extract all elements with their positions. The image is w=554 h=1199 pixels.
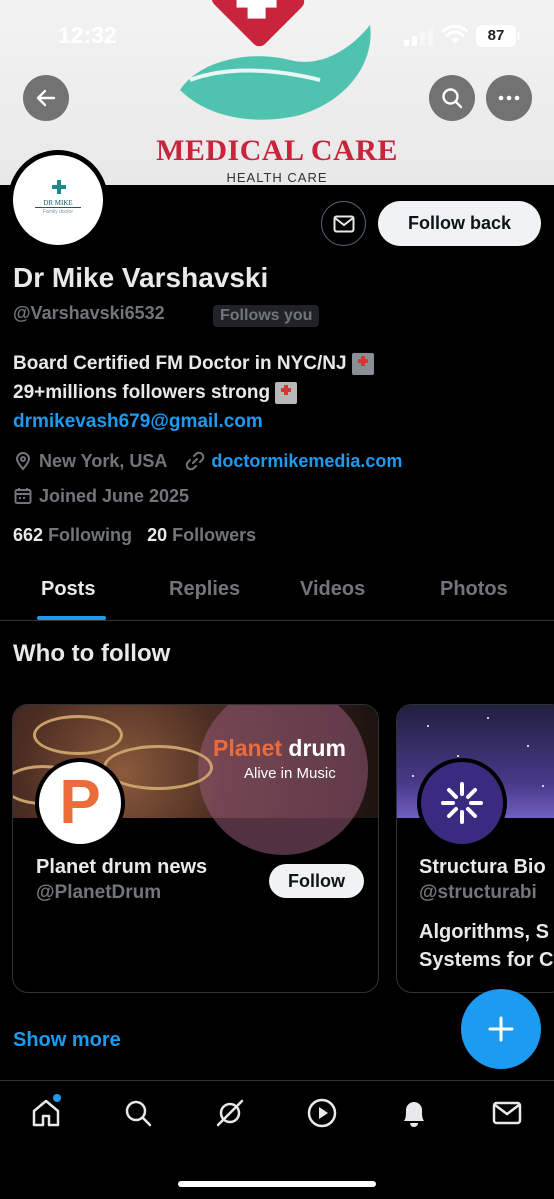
envelope-icon bbox=[492, 1101, 522, 1125]
search-icon bbox=[125, 1100, 152, 1127]
search-button[interactable] bbox=[429, 75, 475, 121]
card-name: Structura Bio bbox=[419, 856, 546, 878]
profile-meta: New York, USA doctormikemedia.com bbox=[13, 450, 402, 472]
tab-posts[interactable]: Posts bbox=[41, 578, 95, 601]
followers-label: Followers bbox=[172, 525, 257, 545]
video-play-icon bbox=[307, 1098, 337, 1128]
search-icon bbox=[442, 88, 463, 109]
back-arrow-icon bbox=[36, 89, 56, 107]
wifi-icon bbox=[442, 24, 468, 44]
card-avatar[interactable] bbox=[417, 758, 507, 848]
home-indicator bbox=[178, 1181, 376, 1187]
hand-logo bbox=[180, 25, 371, 120]
link-icon bbox=[185, 451, 205, 471]
card-banner-tagline: Alive in Music bbox=[244, 765, 336, 782]
home-notification-dot bbox=[53, 1094, 61, 1102]
nav-video[interactable] bbox=[305, 1096, 339, 1130]
nav-messages[interactable] bbox=[490, 1096, 524, 1130]
follow-back-button[interactable]: Follow back bbox=[378, 201, 541, 246]
battery-indicator: 87 bbox=[476, 25, 520, 47]
grok-icon bbox=[216, 1099, 244, 1127]
envelope-icon bbox=[333, 215, 354, 232]
suggestion-card-structura[interactable]: Structura Bio @structurabi Algorithms, S… bbox=[396, 704, 554, 993]
avatar-brand: DR MIKE bbox=[43, 199, 73, 207]
bio-line-1: Board Certified FM Doctor in NYC/NJ bbox=[13, 353, 347, 374]
show-more-link[interactable]: Show more bbox=[13, 1029, 121, 1052]
profile-joined: Joined June 2025 bbox=[39, 485, 190, 506]
message-button[interactable] bbox=[321, 201, 366, 246]
avatar-brand-sub: Family doctor bbox=[42, 209, 73, 215]
tab-photos[interactable]: Photos bbox=[440, 578, 508, 601]
bell-icon bbox=[404, 1102, 424, 1127]
structura-logo-icon bbox=[441, 782, 483, 824]
follows-you-badge: Follows you bbox=[213, 305, 320, 327]
more-dots-icon bbox=[498, 95, 520, 101]
card-handle: @structurabi bbox=[419, 882, 537, 903]
signal-icon bbox=[404, 28, 434, 46]
status-time: 12:32 bbox=[58, 22, 117, 48]
who-to-follow-heading: Who to follow bbox=[13, 640, 171, 667]
hospital-emoji-icon bbox=[275, 381, 298, 404]
card-bio-line-2: Systems for C bbox=[419, 949, 554, 971]
back-button[interactable] bbox=[23, 75, 69, 121]
profile-location: New York, USA bbox=[39, 450, 168, 471]
card-banner-title: Planet drum bbox=[213, 735, 346, 761]
card-handle: @PlanetDrum bbox=[36, 882, 162, 903]
profile-joined-row: Joined June 2025 bbox=[13, 485, 189, 507]
profile-tabs: Posts Replies Videos Photos bbox=[0, 565, 554, 621]
following-count: 662 bbox=[13, 525, 44, 545]
card-bio-line-1: Algorithms, S bbox=[419, 921, 550, 943]
active-tab-indicator bbox=[37, 616, 106, 620]
more-options-button[interactable] bbox=[486, 75, 532, 121]
card-avatar[interactable]: P bbox=[35, 758, 125, 848]
card-bio: Algorithms, S Systems for C bbox=[419, 918, 554, 974]
compose-button[interactable] bbox=[461, 989, 541, 1069]
followers-count: 20 bbox=[147, 525, 168, 545]
nav-grok[interactable] bbox=[213, 1096, 247, 1130]
card-follow-button[interactable]: Follow bbox=[269, 864, 364, 898]
tab-replies[interactable]: Replies bbox=[169, 578, 240, 601]
suggestion-card-planet-drum[interactable]: Planet drum Alive in Music P Planet drum… bbox=[12, 704, 379, 993]
nav-notifications[interactable] bbox=[397, 1096, 431, 1130]
card-avatar-letter: P bbox=[59, 768, 101, 837]
tab-videos[interactable]: Videos bbox=[300, 578, 365, 601]
bio-line-2: 29+millions followers strong bbox=[13, 382, 271, 403]
profile-handle: @Varshavski6532 bbox=[13, 303, 165, 323]
hospital-emoji-icon bbox=[351, 352, 374, 375]
profile-website-link[interactable]: doctormikemedia.com bbox=[211, 451, 402, 472]
profile-avatar[interactable]: DR MIKE Family doctor bbox=[8, 150, 108, 250]
medical-cross-icon bbox=[52, 180, 66, 194]
followers-link[interactable]: 20 Followers bbox=[147, 525, 256, 545]
location-pin-icon bbox=[13, 451, 33, 471]
following-label: Following bbox=[48, 525, 133, 545]
profile-bio: Board Certified FM Doctor in NYC/NJ 29+m… bbox=[13, 349, 374, 436]
bio-email-link[interactable]: drmikevash679@gmail.com bbox=[13, 407, 263, 436]
profile-name: Dr Mike Varshavski bbox=[13, 262, 269, 293]
plus-icon bbox=[488, 1016, 514, 1042]
follow-counts: 662 Following 20 Followers bbox=[13, 525, 256, 546]
calendar-icon bbox=[13, 486, 33, 506]
following-link[interactable]: 662 Following bbox=[13, 525, 132, 545]
card-name: Planet drum news bbox=[36, 856, 208, 878]
nav-search[interactable] bbox=[121, 1096, 155, 1130]
